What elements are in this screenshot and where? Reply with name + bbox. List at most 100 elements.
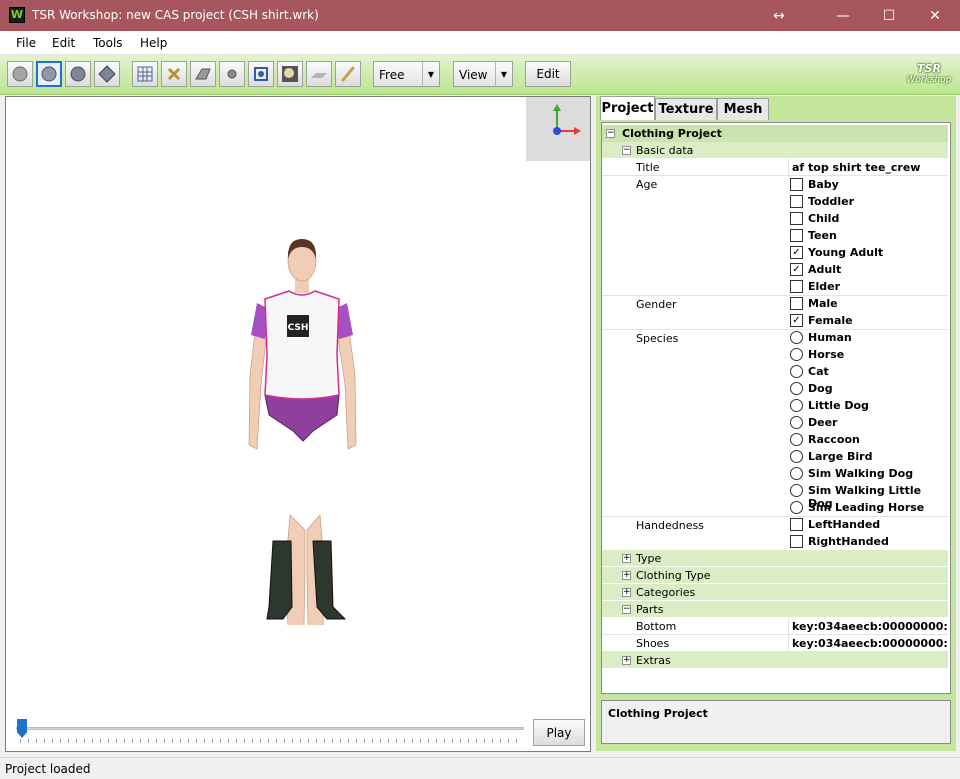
group-extras[interactable]: + Extras [602, 652, 948, 669]
group-basic-data[interactable]: − Basic data [602, 142, 948, 159]
move-icon[interactable]: ↔ [756, 0, 802, 31]
radio-option[interactable]: Cat [788, 363, 948, 380]
menu-help[interactable]: Help [140, 36, 167, 50]
checkbox[interactable] [790, 280, 803, 293]
radio-button[interactable] [790, 331, 803, 344]
expand-icon[interactable]: + [622, 588, 631, 597]
radio-option[interactable]: Large Bird [788, 448, 948, 465]
option-label: Female [808, 314, 853, 327]
prop-bottom-value[interactable]: key:034aeecb:00000000:0... [788, 618, 948, 635]
checkbox-option[interactable]: LeftHanded [788, 516, 948, 533]
radio-option[interactable]: Sim Walking Little Dog [788, 482, 948, 510]
checkbox[interactable]: ✓ [790, 314, 803, 327]
group-parts-label: Parts [636, 603, 664, 616]
radio-button[interactable] [790, 382, 803, 395]
tree-root[interactable]: − Clothing Project [602, 125, 948, 142]
diamond-button[interactable] [94, 61, 120, 87]
3d-viewport[interactable]: CSH [5, 96, 591, 752]
sphere-flat-button[interactable] [7, 61, 33, 87]
option-label: Male [808, 297, 838, 310]
tab-mesh[interactable]: Mesh [717, 98, 769, 120]
prop-title-value[interactable]: af top shirt tee_crew [788, 159, 948, 176]
minimize-button[interactable]: — [820, 0, 866, 31]
timeline-track[interactable] [16, 727, 524, 730]
menu-edit[interactable]: Edit [52, 36, 75, 50]
checkbox[interactable]: ✓ [790, 246, 803, 259]
checkbox[interactable] [790, 195, 803, 208]
radio-button[interactable] [790, 501, 803, 514]
checkbox-option[interactable]: RightHanded [788, 533, 948, 550]
sphere-smooth-button[interactable] [65, 61, 91, 87]
checkbox[interactable] [790, 297, 803, 310]
radio-button[interactable] [790, 416, 803, 429]
checkbox[interactable] [790, 178, 803, 191]
camera-mode-select[interactable]: Free ▼ [373, 61, 440, 87]
radio-button[interactable] [790, 467, 803, 480]
play-button[interactable]: Play [533, 719, 585, 746]
checkbox[interactable] [790, 212, 803, 225]
group-type[interactable]: + Type [602, 550, 948, 567]
maximize-button[interactable]: ☐ [866, 0, 912, 31]
tab-texture[interactable]: Texture [655, 98, 717, 120]
group-parts[interactable]: − Parts [602, 601, 948, 618]
radio-button[interactable] [790, 484, 803, 497]
lighting-button[interactable] [277, 61, 303, 87]
collapse-icon[interactable]: − [606, 129, 615, 138]
checkbox[interactable] [790, 535, 803, 548]
radio-option[interactable]: Dog [788, 380, 948, 397]
checkbox[interactable] [790, 229, 803, 242]
group-clothing-type[interactable]: + Clothing Type [602, 567, 948, 584]
bones-button[interactable] [161, 61, 187, 87]
mesh-button[interactable] [248, 61, 274, 87]
menu-file[interactable]: File [16, 36, 36, 50]
prop-bottom[interactable]: Bottom key:034aeecb:00000000:0... [602, 618, 948, 635]
sphere-shaded-button[interactable] [36, 61, 62, 87]
sphere-shaded-icon [41, 66, 57, 82]
radio-button[interactable] [790, 433, 803, 446]
radio-option[interactable]: Sim Walking Dog [788, 465, 948, 482]
view-select[interactable]: View ▼ [453, 61, 513, 87]
collapse-icon[interactable]: − [622, 605, 631, 614]
radio-option[interactable]: Deer [788, 414, 948, 431]
checkbox-option[interactable]: ✓ Female [788, 312, 948, 329]
prop-shoes[interactable]: Shoes key:034aeecb:00000000:d... [602, 635, 948, 652]
expand-icon[interactable]: + [622, 554, 631, 563]
menu-tools[interactable]: Tools [93, 36, 123, 50]
checkbox[interactable] [790, 518, 803, 531]
group-categories[interactable]: + Categories [602, 584, 948, 601]
radio-option[interactable]: Human [788, 329, 948, 346]
close-button[interactable]: ✕ [912, 0, 958, 31]
radio-button[interactable] [790, 399, 803, 412]
project-panel: Project Texture Mesh − Clothing Project … [596, 96, 956, 751]
expand-icon[interactable]: + [622, 656, 631, 665]
option-label: Little Dog [808, 399, 869, 412]
grid-button[interactable] [132, 61, 158, 87]
checkbox-option[interactable]: Elder [788, 278, 948, 295]
radio-option[interactable]: Sim Leading Horse [788, 499, 948, 516]
checkbox-option[interactable]: Teen [788, 227, 948, 244]
checkbox-option[interactable]: Male [788, 295, 948, 312]
checkbox-option[interactable]: Toddler [788, 193, 948, 210]
radio-option[interactable]: Horse [788, 346, 948, 363]
radio-option[interactable]: Raccoon [788, 431, 948, 448]
radio-option[interactable]: Little Dog [788, 397, 948, 414]
checkbox-option[interactable]: Child [788, 210, 948, 227]
floor-button[interactable] [190, 61, 216, 87]
checkbox-option[interactable]: ✓ Young Adult [788, 244, 948, 261]
status-bar: Project loaded [0, 757, 960, 779]
checkbox-option[interactable]: ✓ Adult [788, 261, 948, 278]
tab-project[interactable]: Project [600, 96, 655, 120]
radio-button[interactable] [790, 348, 803, 361]
dot-button[interactable] [219, 61, 245, 87]
expand-icon[interactable]: + [622, 571, 631, 580]
checkbox[interactable]: ✓ [790, 263, 803, 276]
collapse-icon[interactable]: − [622, 146, 631, 155]
bone-button[interactable] [335, 61, 361, 87]
radio-button[interactable] [790, 365, 803, 378]
prop-title[interactable]: Title af top shirt tee_crew [602, 159, 948, 176]
edit-button[interactable]: Edit [525, 61, 571, 87]
checkbox-option[interactable]: Baby [788, 176, 948, 193]
ground-button[interactable] [306, 61, 332, 87]
prop-shoes-value[interactable]: key:034aeecb:00000000:d... [788, 635, 948, 652]
radio-button[interactable] [790, 450, 803, 463]
